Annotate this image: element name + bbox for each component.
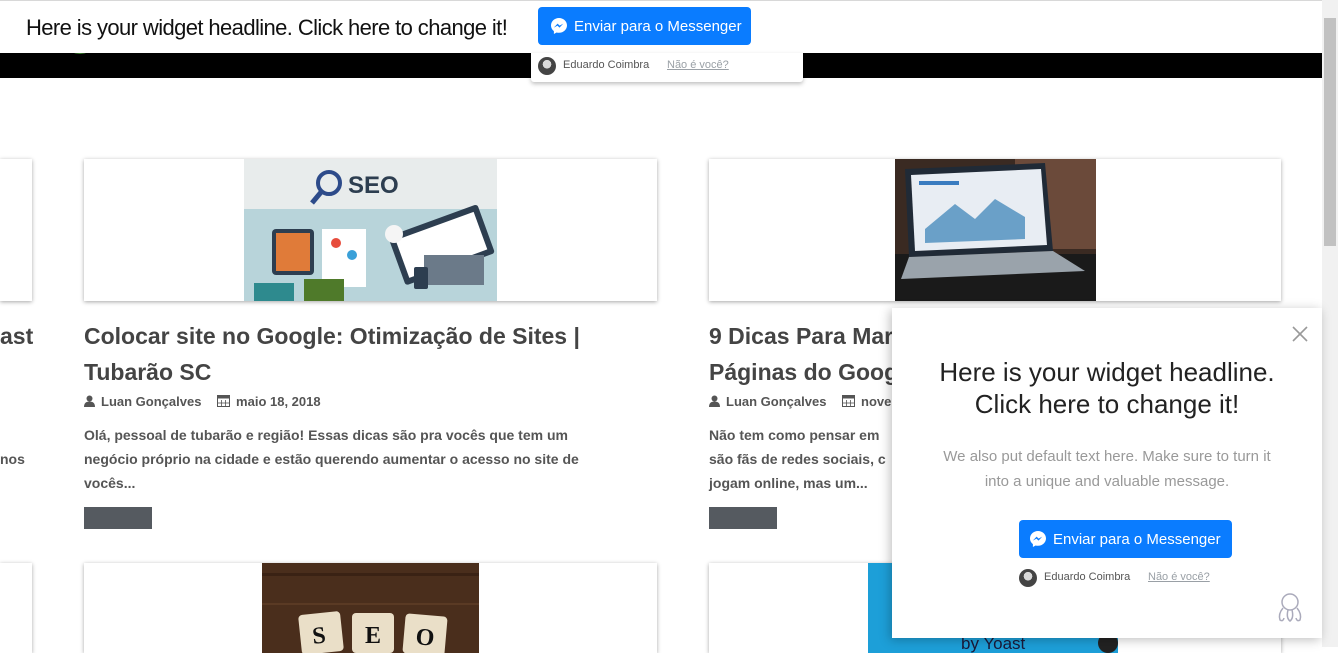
top-bar-headline[interactable]: Here is your widget headline. Click here… bbox=[26, 15, 508, 41]
post-excerpt-line1: Olá, pessoal de tubarão e região! Essas … bbox=[84, 427, 568, 443]
seo-illustration-text: SEO bbox=[348, 172, 399, 199]
popup-send-to-messenger-button[interactable]: Enviar para o Messenger bbox=[1019, 520, 1232, 558]
popup-text-line2: into a unique and valuable message. bbox=[984, 473, 1230, 490]
popup-headline-line2: Click here to change it! bbox=[974, 389, 1240, 419]
scrollbar-thumb[interactable] bbox=[1324, 18, 1336, 246]
send-to-messenger-label: Enviar para o Messenger bbox=[574, 17, 742, 35]
post-title-line2[interactable]: Tubarão SC bbox=[84, 354, 211, 390]
post-meta: Luan Gonçalves maio 18, 2018 bbox=[84, 394, 321, 410]
avatar bbox=[538, 57, 556, 75]
popup-text[interactable]: We also put default text here. Make sure… bbox=[922, 444, 1292, 494]
post-excerpt-line2: são fãs de redes sociais, c bbox=[709, 451, 886, 467]
close-icon[interactable] bbox=[1292, 326, 1308, 342]
popup-headline-line1: Here is your widget headline. bbox=[939, 357, 1275, 387]
post-meta: Luan Gonçalves nove bbox=[709, 394, 891, 410]
post-image[interactable]: S E O bbox=[84, 563, 657, 653]
post-date: maio 18, 2018 bbox=[236, 394, 321, 409]
avatar bbox=[1019, 569, 1037, 587]
not-you-link[interactable]: Não é você? bbox=[667, 59, 729, 71]
popup-headline[interactable]: Here is your widget headline. Click here… bbox=[912, 356, 1302, 420]
post-excerpt-line1: Não tem como pensar em bbox=[709, 427, 880, 443]
messenger-user-box: Eduardo Coimbra Não é você? bbox=[531, 53, 803, 82]
post-title-partial[interactable]: ast bbox=[0, 318, 33, 354]
post-image[interactable] bbox=[709, 159, 1281, 301]
octopus-logo-icon[interactable] bbox=[1274, 592, 1306, 629]
popup-not-you-link[interactable]: Não é você? bbox=[1148, 571, 1210, 583]
messenger-popup-widget: Here is your widget headline. Click here… bbox=[892, 308, 1322, 638]
user-icon bbox=[709, 395, 720, 410]
user-icon bbox=[84, 395, 95, 410]
post-author[interactable]: Luan Gonçalves bbox=[101, 394, 201, 409]
popup-send-label: Enviar para o Messenger bbox=[1053, 530, 1221, 548]
post-excerpt-line3: jogam online, mas um... bbox=[709, 475, 868, 491]
seo-tile-e: E bbox=[365, 623, 381, 649]
post-image[interactable]: SEO bbox=[84, 159, 657, 301]
read-more-button[interactable] bbox=[709, 507, 777, 529]
laptop-photo bbox=[895, 159, 1096, 301]
popup-user-name: Eduardo Coimbra bbox=[1044, 571, 1131, 583]
send-to-messenger-button[interactable]: Enviar para o Messenger bbox=[538, 7, 751, 45]
post-excerpt-line3: vocês... bbox=[84, 475, 136, 491]
post-image-partial[interactable] bbox=[0, 159, 32, 301]
post-title-line1[interactable]: Colocar site no Google: Otimização de Si… bbox=[84, 318, 580, 354]
post-image-partial-bottom[interactable] bbox=[0, 563, 32, 653]
post-excerpt-line2: negócio próprio na cidade e estão queren… bbox=[84, 451, 579, 467]
seo-tile-s: S bbox=[311, 623, 327, 650]
post-title-line2[interactable]: Páginas do Goog bbox=[709, 354, 898, 390]
popup-text-line1: We also put default text here. Make sure… bbox=[943, 448, 1271, 465]
post-author[interactable]: Luan Gonçalves bbox=[726, 394, 826, 409]
read-more-button[interactable] bbox=[84, 507, 152, 529]
calendar-icon bbox=[217, 394, 231, 410]
messenger-icon bbox=[1030, 531, 1046, 547]
calendar-icon bbox=[842, 394, 856, 410]
post-date: nove bbox=[861, 394, 892, 409]
user-name: Eduardo Coimbra bbox=[563, 59, 650, 71]
seo-tiles-photo: S E O bbox=[262, 563, 479, 653]
post-title-line1[interactable]: 9 Dicas Para Mar bbox=[709, 318, 893, 354]
seo-illustration: SEO bbox=[244, 159, 497, 301]
seo-tile-o: O bbox=[415, 624, 436, 652]
messenger-icon bbox=[551, 18, 567, 34]
post-excerpt-partial: nos bbox=[0, 451, 25, 467]
